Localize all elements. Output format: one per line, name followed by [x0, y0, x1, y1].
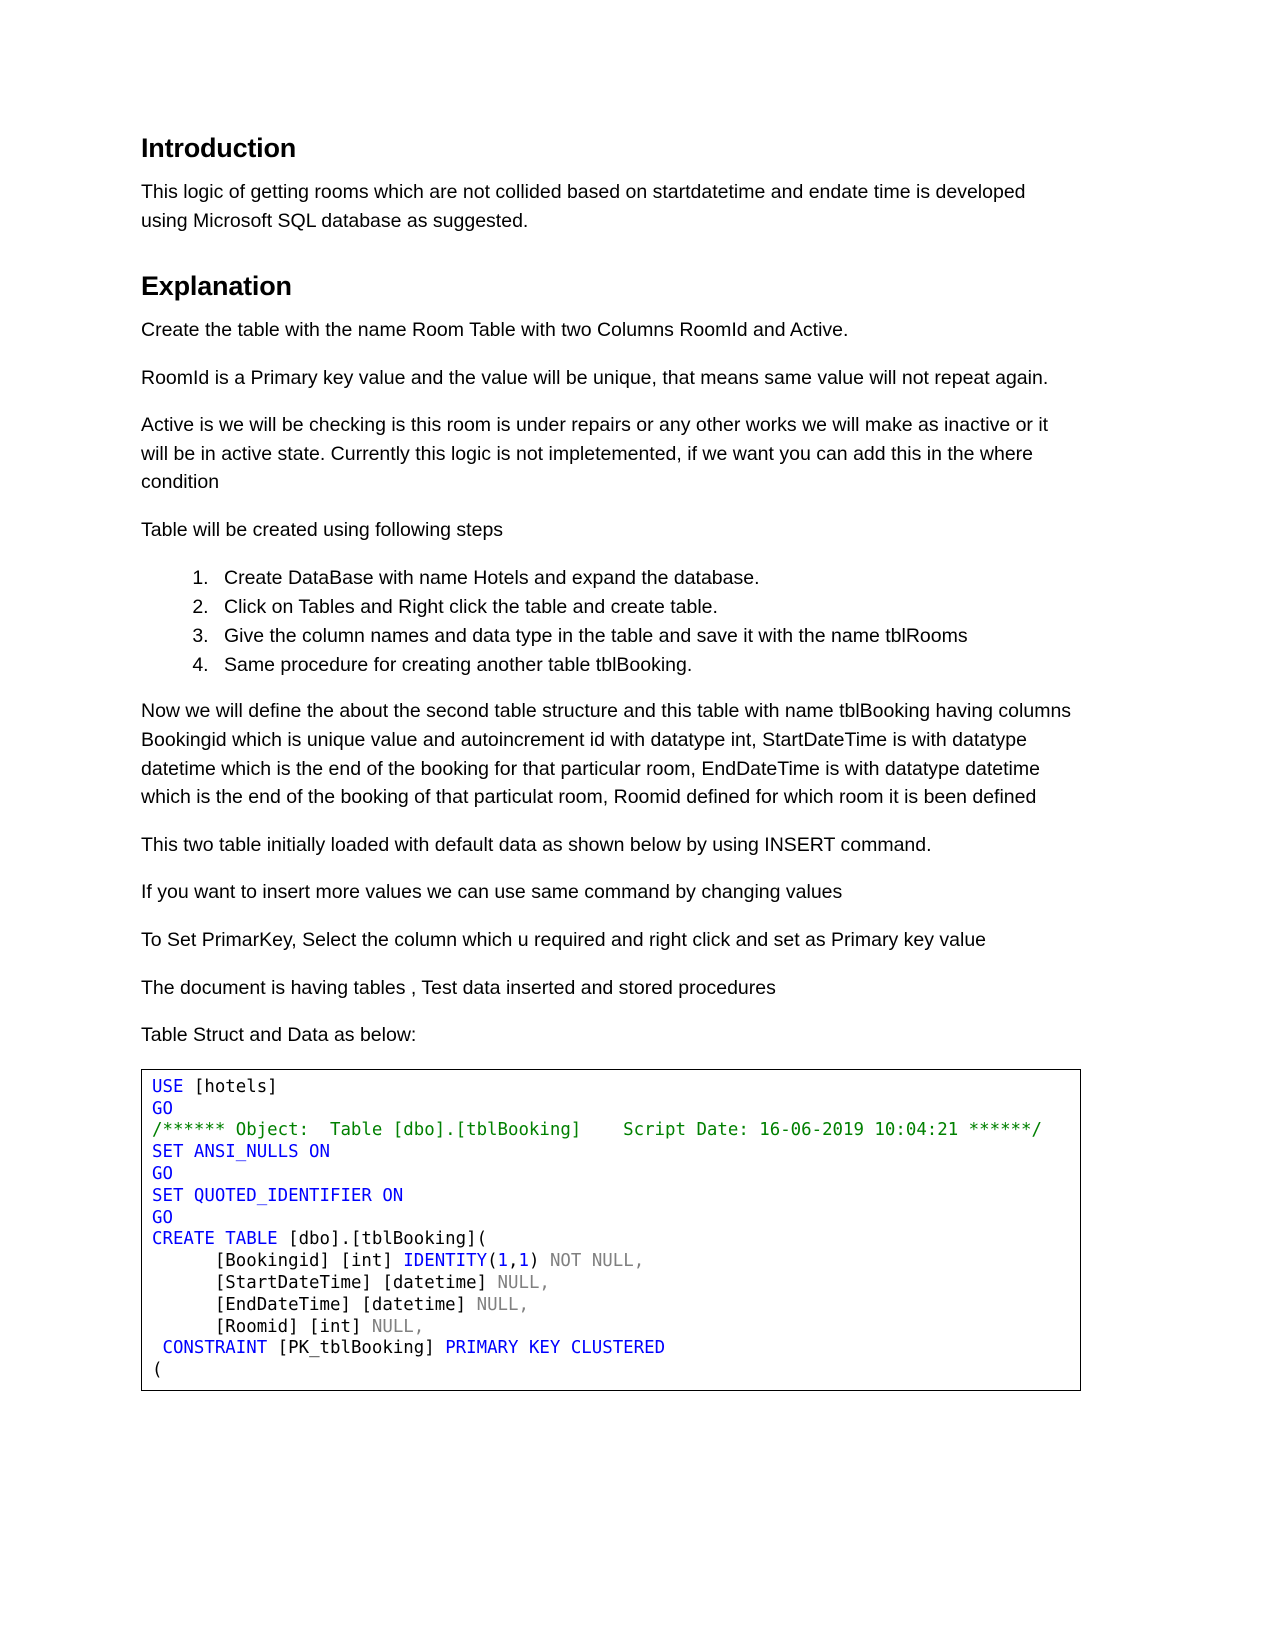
paragraph-explanation-1: Create the table with the name Room Tabl… — [141, 318, 849, 341]
code-token: USE — [152, 1076, 184, 1097]
code-token: [Bookingid] [int] — [152, 1251, 404, 1272]
paragraph-table-struct-intro: Table Struct and Data as below: — [141, 1024, 417, 1047]
steps-list: Create DataBase with name Hotels and exp… — [141, 564, 1077, 680]
code-token: NULL, — [497, 1272, 550, 1293]
code-line: [StartDateTime] [datetime] NULL, — [152, 1273, 550, 1293]
code-line: SET QUOTED_IDENTIFIER ON — [152, 1186, 403, 1206]
paragraph-document-contents: The document is having tables , Test dat… — [141, 976, 776, 999]
code-token: [dbo].[tblBooking]( — [277, 1229, 488, 1250]
paragraph-explanation-3: Active is we will be checking is this ro… — [141, 414, 1049, 494]
code-token: IDENTITY — [403, 1251, 488, 1272]
code-token: PRIMARY KEY CLUSTERED — [445, 1338, 666, 1359]
code-token: GO — [152, 1207, 173, 1228]
code-line: GO — [152, 1099, 173, 1119]
paragraph-table-structure: Now we will define the about the second … — [141, 700, 1072, 809]
code-line: USE [hotels] — [152, 1077, 278, 1097]
sql-code-text: USE [hotels] GO /****** Object: Table [d… — [152, 1077, 1070, 1382]
document-content: Introduction This logic of getting rooms… — [141, 132, 1081, 1391]
paragraph-introduction-1: This logic of getting rooms which are no… — [141, 181, 1026, 232]
code-token: CREATE TABLE — [152, 1229, 278, 1250]
code-line: /****** Object: Table [dbo].[tblBooking]… — [152, 1120, 1042, 1140]
code-token: ) — [529, 1251, 540, 1272]
heading-explanation: Explanation — [141, 270, 292, 301]
code-token: NOT NULL, — [539, 1251, 645, 1272]
code-token: SET ANSI_NULLS ON — [152, 1142, 330, 1163]
code-token: GO — [152, 1163, 173, 1184]
code-token: /****** Object: Table [dbo].[tblBooking]… — [152, 1120, 1042, 1141]
document-page: Introduction This logic of getting rooms… — [0, 0, 1275, 1651]
code-line: GO — [152, 1208, 173, 1228]
paragraph-explanation-4: Table will be created using following st… — [141, 518, 504, 541]
code-line: CREATE TABLE [dbo].[tblBooking]( — [152, 1229, 487, 1249]
code-token: [EndDateTime] [datetime] — [152, 1294, 477, 1315]
code-line: [Bookingid] [int] IDENTITY(1,1) NOT NULL… — [152, 1251, 644, 1271]
code-token: [Roomid] [int] — [152, 1316, 372, 1337]
code-token: ( — [152, 1360, 163, 1381]
list-item: Click on Tables and Right click the tabl… — [214, 593, 1077, 622]
sql-code-block: USE [hotels] GO /****** Object: Table [d… — [141, 1068, 1081, 1391]
code-token: [StartDateTime] [datetime] — [152, 1272, 498, 1293]
code-line: SET ANSI_NULLS ON — [152, 1142, 330, 1162]
paragraph-explanation-2: RoomId is a Primary key value and the va… — [141, 366, 1049, 389]
code-line: [EndDateTime] [datetime] NULL, — [152, 1295, 529, 1315]
code-token: CONSTRAINT — [162, 1338, 268, 1359]
code-token: 1 — [497, 1251, 509, 1272]
code-token: NULL, — [476, 1294, 529, 1315]
paragraph-set-primary-key: To Set PrimarKey, Select the column whic… — [141, 928, 987, 951]
code-token: GO — [152, 1098, 173, 1119]
code-token: NULL, — [371, 1316, 425, 1337]
heading-introduction: Introduction — [141, 133, 297, 163]
list-item: Same procedure for creating another tabl… — [214, 651, 1077, 680]
code-token: [PK_tblBooking] — [267, 1338, 446, 1359]
code-token: [hotels] — [183, 1076, 278, 1097]
paragraph-insert-command: This two table initially loaded with def… — [141, 833, 932, 856]
code-token: SET QUOTED_IDENTIFIER ON — [152, 1185, 404, 1206]
list-item: Give the column names and data type in t… — [214, 622, 1077, 651]
code-line: [Roomid] [int] NULL, — [152, 1317, 424, 1337]
list-item: Create DataBase with name Hotels and exp… — [214, 564, 1077, 593]
paragraph-insert-more-values: If you want to insert more values we can… — [141, 881, 843, 904]
code-token: , — [508, 1251, 519, 1272]
code-token: ( — [487, 1251, 498, 1272]
code-line: CONSTRAINT [PK_tblBooking] PRIMARY KEY C… — [152, 1338, 665, 1358]
code-line: GO — [152, 1164, 173, 1184]
code-line: ( — [152, 1360, 162, 1380]
code-token: 1 — [518, 1251, 529, 1272]
